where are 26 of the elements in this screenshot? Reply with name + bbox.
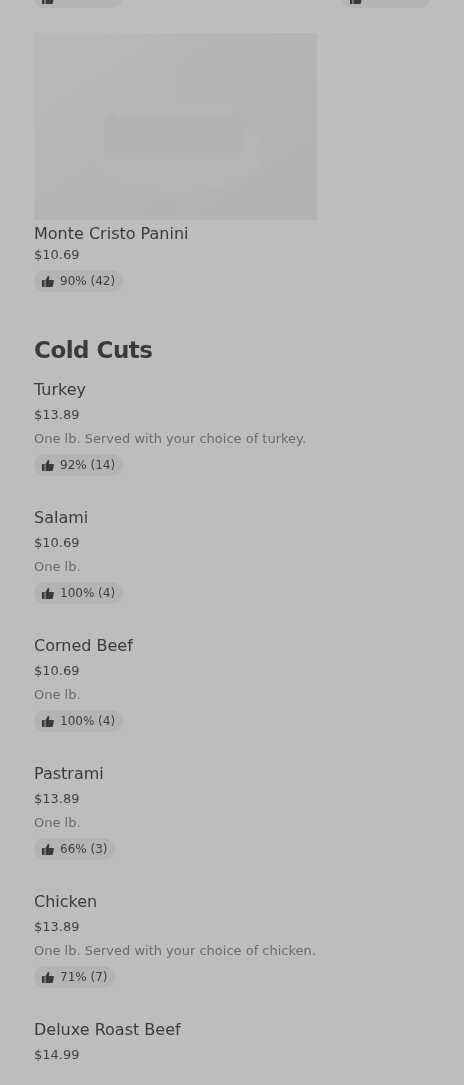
item-description: One lb.: [34, 686, 82, 704]
rating-badge: 92% (14): [34, 454, 124, 476]
item-name: Monte Cristo Panini: [34, 224, 190, 244]
rating-badge: 100% (4): [34, 710, 124, 732]
item-description: One lb.: [34, 814, 82, 832]
item-price: $10.69: [34, 662, 81, 680]
item-name: Salami: [34, 508, 90, 528]
item-name: Chicken: [34, 892, 99, 912]
rating-badge: 100% (4): [34, 582, 124, 604]
rating-badge: 71% (7): [34, 966, 116, 988]
item-description: One lb. Served with your choice of chicken.: [34, 942, 317, 960]
rating-badge: 90% (42): [34, 270, 124, 292]
item-price: $10.69: [34, 246, 81, 264]
item-description: One lb. Served with your choice of turkey.: [34, 430, 308, 448]
item-price: $10.69: [34, 534, 81, 552]
section-heading: Cold Cuts: [34, 336, 154, 364]
item-description: One lb.: [34, 558, 82, 576]
item-name: Turkey: [34, 380, 88, 400]
item-name: Pastrami: [34, 764, 105, 784]
item-price: $13.89: [34, 406, 81, 424]
item-name: Deluxe Roast Beef: [34, 1020, 182, 1040]
item-price: $14.99: [34, 1046, 81, 1064]
item-name: Corned Beef: [34, 636, 135, 656]
item-price: $13.89: [34, 790, 81, 808]
item-price: $13.89: [34, 918, 81, 936]
rating-badge: 66% (3): [34, 838, 116, 860]
